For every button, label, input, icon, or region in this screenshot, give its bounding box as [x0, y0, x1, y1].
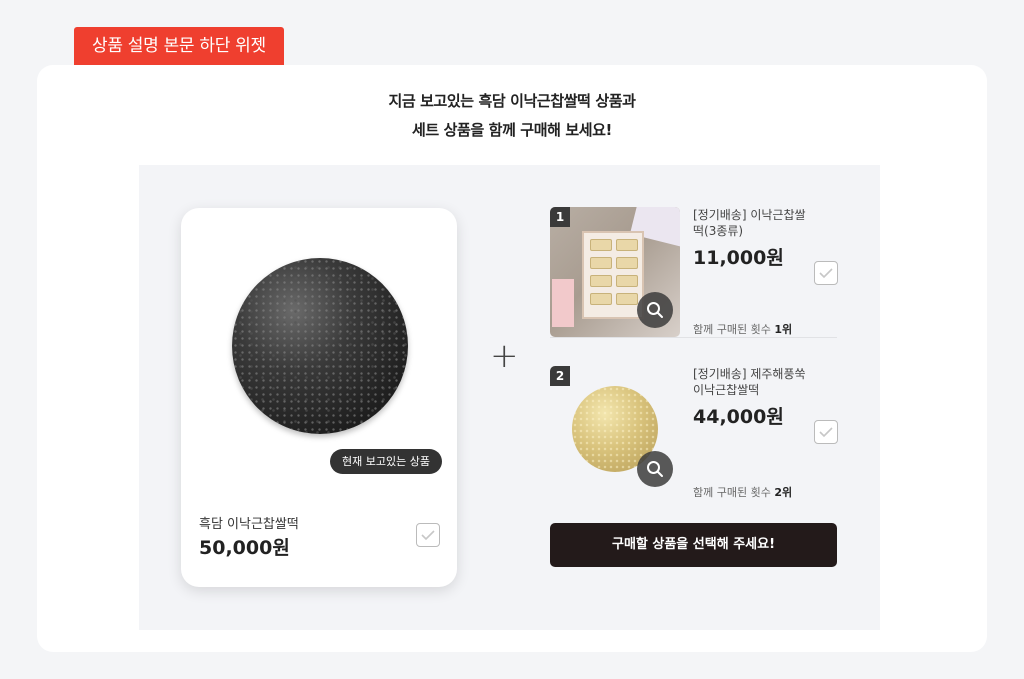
recommend-item-name[interactable]: [정기배송] 제주해풍쑥 이낙근찹쌀떡 [693, 366, 813, 398]
headline: 지금 보고있는 흑담 이낙근찹쌀떡 상품과 세트 상품을 함께 구매해 보세요! [37, 87, 987, 145]
widget-card: 지금 보고있는 흑담 이낙근찹쌀떡 상품과 세트 상품을 함께 구매해 보세요!… [37, 65, 987, 652]
zoom-button[interactable] [637, 451, 673, 487]
headline-line-2: 세트 상품을 함께 구매해 보세요! [412, 121, 612, 139]
recommend-item-checkbox[interactable] [814, 261, 838, 285]
plus-icon: + [490, 336, 519, 376]
search-icon [647, 461, 663, 477]
rank-number-badge: 2 [550, 366, 570, 386]
recommend-item-image[interactable]: 1 [550, 207, 680, 337]
check-icon [819, 268, 833, 279]
check-icon [421, 530, 435, 541]
recommend-item-name[interactable]: [정기배송] 이낙근찹쌀떡(3종류) [693, 207, 813, 239]
widget-tag: 상품 설명 본문 하단 위젯 [74, 27, 284, 65]
purchase-button[interactable]: 구매할 상품을 선택해 주세요! [550, 523, 837, 567]
recommend-item-rank: 함께 구매된 횟수 2위 [693, 486, 793, 499]
recommend-item: 1 [정기배송] 이낙근찹쌀떡(3종류) 11,000원 함께 구매된 횟수 1… [550, 207, 838, 338]
current-product-checkbox[interactable] [416, 523, 440, 547]
recommend-item-price: 44,000원 [693, 406, 784, 428]
recommend-item-checkbox[interactable] [814, 420, 838, 444]
headline-line-1: 지금 보고있는 흑담 이낙근찹쌀떡 상품과 [388, 92, 636, 110]
current-product-image [232, 258, 408, 434]
recommend-item: 2 [정기배송] 제주해풍쑥 이낙근찹쌀떡 44,000원 함께 구매된 횟수 … [550, 366, 838, 499]
rank-number-badge: 1 [550, 207, 570, 227]
current-product-badge: 현재 보고있는 상품 [330, 449, 442, 474]
recommend-item-price: 11,000원 [693, 247, 784, 269]
current-product-price: 50,000원 [199, 537, 290, 559]
recommend-item-image[interactable]: 2 [550, 366, 680, 496]
recommend-item-rank: 함께 구매된 횟수 1위 [693, 323, 793, 336]
check-icon [819, 427, 833, 438]
bundle-panel: 현재 보고있는 상품 흑담 이낙근찹쌀떡 50,000원 + 1 [정기배송] … [139, 165, 880, 630]
zoom-button[interactable] [637, 292, 673, 328]
current-product-card: 현재 보고있는 상품 흑담 이낙근찹쌀떡 50,000원 [181, 208, 457, 587]
current-product-name: 흑담 이낙근찹쌀떡 [199, 517, 299, 532]
search-icon [647, 302, 663, 318]
